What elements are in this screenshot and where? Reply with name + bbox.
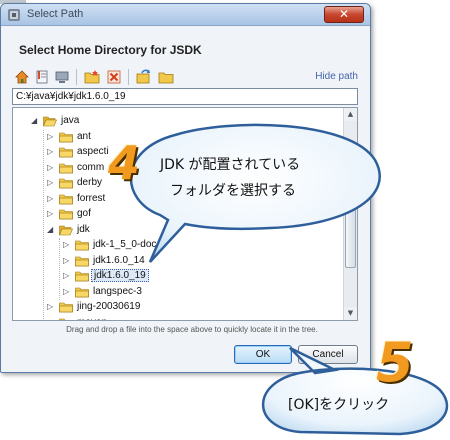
tree-item-label: jdk1.6.0_19 [91, 269, 149, 282]
callout-4-line2: フォルダを選択する [170, 183, 296, 199]
expand-toggle-icon[interactable]: ▷ [47, 163, 55, 172]
folder-icon [75, 255, 89, 267]
folder-icon [59, 162, 73, 174]
app-icon [8, 9, 20, 21]
tree-item[interactable]: ◢ jdk [41, 223, 301, 238]
folder-icon [59, 177, 73, 189]
new-folder-icon[interactable] [84, 69, 100, 85]
expand-toggle-icon[interactable]: ▷ [47, 148, 55, 156]
drag-drop-hint: Drag and drop a file into the space abov… [66, 325, 318, 334]
computer-icon[interactable] [54, 69, 70, 85]
dialog-heading: Select Home Directory for JSDK [19, 43, 202, 57]
tree-item[interactable]: ▷ jing-20030619 [41, 300, 301, 315]
tree-item-label: gof [77, 208, 91, 219]
tree-item[interactable]: ▷ gof [41, 207, 301, 222]
expand-toggle-icon[interactable]: ▷ [63, 256, 71, 265]
tree-item[interactable]: ▷ jdk1.6.0_14 [57, 254, 317, 269]
tree-item[interactable]: ◢ java [25, 114, 285, 129]
cancel-button[interactable]: Cancel [298, 345, 358, 364]
expand-toggle-icon[interactable]: ▷ [47, 318, 55, 320]
refresh-icon[interactable] [136, 69, 152, 85]
tree-item-label: langspec-3 [93, 285, 142, 297]
tree-item-label: comm [77, 161, 105, 173]
collapse-toggle-icon[interactable]: ◢ [31, 117, 39, 125]
expand-toggle-icon[interactable]: ▷ [47, 194, 55, 203]
step-5-number: 5 [376, 331, 414, 394]
close-button[interactable]: ✕ [324, 6, 364, 23]
bookmark-icon[interactable] [34, 69, 50, 85]
expand-toggle-icon[interactable]: ▷ [63, 287, 71, 296]
tree-item-label: java [61, 115, 80, 126]
path-input[interactable]: C:¥java¥jdk¥jdk1.6.0_19 [12, 88, 358, 105]
expand-toggle-icon[interactable]: ▷ [63, 272, 71, 280]
tree-item[interactable]: ▷ maven [41, 316, 301, 321]
delete-icon[interactable] [106, 69, 122, 85]
open-folder-icon [43, 115, 57, 127]
tree-item-label: jdk [77, 223, 90, 235]
callout-4-line1: JDK が配置されている [160, 157, 301, 173]
tree-item-label: derby [77, 177, 103, 188]
hide-path-link[interactable]: Hide path [315, 71, 358, 82]
expand-toggle-icon[interactable]: ▷ [47, 179, 55, 187]
scroll-down-arrow-icon[interactable]: ▼ [344, 307, 357, 320]
tree-item-label: jdk1.6.0_14 [93, 254, 145, 266]
folder-icon [75, 286, 89, 298]
expand-toggle-icon[interactable]: ▷ [63, 241, 71, 249]
scroll-up-arrow-icon[interactable]: ▲ [344, 108, 357, 121]
tree-item[interactable]: ▷ jdk1.6.0_19 [57, 269, 317, 284]
tree-item[interactable]: ▷ jdk-1_5_0-doc [57, 238, 317, 253]
tree-item-label: jdk-1_5_0-doc [93, 239, 157, 250]
tree-scrollbar[interactable]: ▲ ▼ [343, 108, 357, 320]
folder-icon [59, 146, 73, 158]
directory-tree[interactable]: ▲ ▼ ◢ java ▷ ant ▷ aspecti ▷ comm ▷ derby ▷ forrest… [12, 107, 358, 321]
folder-icon [59, 317, 73, 320]
tree-item-label: ant [77, 130, 91, 142]
folder-icon [75, 270, 89, 282]
home-icon[interactable] [14, 69, 30, 85]
toolbar-separator [128, 69, 129, 85]
open-folder-icon [59, 224, 73, 236]
step-4-number: 4 [108, 136, 140, 190]
expand-toggle-icon[interactable]: ▷ [47, 303, 55, 311]
tree-item-label: maven [75, 317, 109, 321]
tree-item-label: aspecti [77, 146, 109, 157]
toolbar: Hide path [14, 67, 358, 87]
title-bar[interactable]: Select Path ✕ [1, 4, 370, 26]
callout-5-text: [OK]をクリック [288, 397, 390, 413]
folder-icon [75, 239, 89, 251]
tree-item[interactable]: ▷ ant [41, 130, 301, 145]
collapse-toggle-icon[interactable]: ◢ [47, 225, 55, 234]
folder-icon [59, 193, 73, 205]
expand-toggle-icon[interactable]: ▷ [47, 132, 55, 141]
toolbar-separator [76, 69, 77, 85]
folder-icon [59, 131, 73, 143]
folder-icon [59, 301, 73, 313]
ok-button[interactable]: OK [234, 345, 292, 364]
folder-icon[interactable] [158, 69, 174, 85]
window-title: Select Path [27, 8, 84, 20]
folder-icon [59, 208, 73, 220]
tree-item[interactable]: ▷ langspec-3 [57, 285, 317, 300]
tree-item-label: jing-20030619 [77, 301, 141, 312]
screenshot: Select Path ✕ Select Home Directory for … [0, 0, 450, 440]
scroll-thumb[interactable] [345, 208, 356, 268]
tree-item-label: forrest [77, 192, 106, 204]
expand-toggle-icon[interactable]: ▷ [47, 210, 55, 218]
